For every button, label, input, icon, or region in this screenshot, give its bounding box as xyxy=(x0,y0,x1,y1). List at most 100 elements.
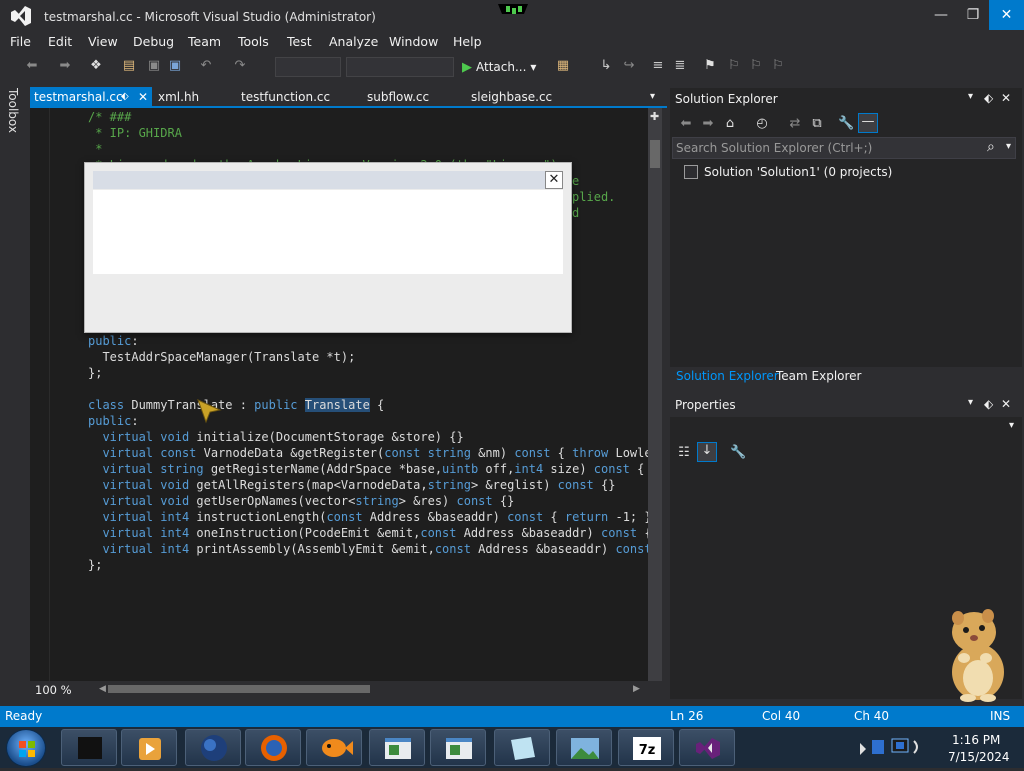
taskbar-app-visual-studio[interactable] xyxy=(679,729,735,766)
undo-icon[interactable]: ↶ xyxy=(198,58,214,74)
menu-analyze[interactable]: Analyze xyxy=(329,34,378,49)
taskbar-app-goldfish[interactable] xyxy=(306,729,362,766)
pin-panel-icon[interactable]: ⬖ xyxy=(984,397,993,411)
code-line[interactable]: virtual void initialize(DocumentStorage … xyxy=(88,429,650,445)
save-icon[interactable]: ▣ xyxy=(146,58,162,74)
close-panel-icon[interactable]: ✕ xyxy=(1001,397,1011,411)
search-options-icon[interactable]: ▾ xyxy=(1006,141,1011,152)
tab-testmarshal-cc[interactable]: testmarshal.cc ⬖ ✕ xyxy=(30,87,152,107)
solution-configuration-select[interactable] xyxy=(275,57,341,77)
menu-test[interactable]: Test xyxy=(287,34,312,49)
categorized-icon[interactable]: ☷ xyxy=(676,445,692,461)
panel-dropdown-icon[interactable]: ▾ xyxy=(968,91,973,102)
step-into-icon[interactable]: ↳ xyxy=(598,58,614,74)
taskbar-app-image-viewer[interactable] xyxy=(556,729,612,766)
menu-team[interactable]: Team xyxy=(188,34,221,49)
tab-team-explorer[interactable]: Team Explorer xyxy=(776,369,862,383)
property-pages-wrench-icon[interactable]: 🔧 xyxy=(730,445,746,461)
taskbar-app-firefox[interactable] xyxy=(245,729,301,766)
step-over-icon[interactable]: ↪ xyxy=(621,58,637,74)
properties-wrench-icon[interactable]: 🔧 xyxy=(838,116,854,132)
comment-lines-icon[interactable]: ≡ xyxy=(650,58,666,74)
pin-panel-icon[interactable]: ⬖ xyxy=(984,91,993,105)
navigate-forward-icon[interactable]: ➡ xyxy=(57,58,73,74)
close-window-button[interactable]: ✕ xyxy=(989,0,1024,30)
tab-subflow-cc[interactable]: subflow.cc xyxy=(367,87,429,107)
solution-root-item[interactable]: Solution 'Solution1' (0 projects) xyxy=(684,163,1020,181)
zoom-level[interactable]: 100 % xyxy=(35,683,72,697)
menu-help[interactable]: Help xyxy=(453,34,482,49)
code-line[interactable]: virtual const VarnodeData &getRegister(c… xyxy=(88,445,650,461)
previous-bookmark-icon[interactable]: ⚐ xyxy=(726,58,742,74)
vertical-scroll-thumb[interactable] xyxy=(650,140,660,168)
code-line[interactable]: * xyxy=(88,141,650,157)
taskbar-app-globe[interactable] xyxy=(185,729,241,766)
close-tab-icon[interactable]: ✕ xyxy=(138,87,148,107)
taskbar-app-notes[interactable] xyxy=(494,729,550,766)
search-icon[interactable]: ⌕ xyxy=(987,139,995,155)
tab-sleighbase-cc[interactable]: sleighbase.cc xyxy=(471,87,552,107)
taskbar-app-terminal[interactable] xyxy=(61,729,117,766)
toolbox-tab[interactable]: Toolbox xyxy=(6,88,20,133)
taskbar-app-7zip[interactable]: 7z xyxy=(618,729,674,766)
open-file-icon[interactable]: ▤ xyxy=(121,58,137,74)
code-line[interactable]: virtual void getAllRegisters(map<Varnode… xyxy=(88,477,650,493)
redo-icon[interactable]: ↷ xyxy=(232,58,248,74)
menu-edit[interactable]: Edit xyxy=(48,34,72,49)
taskbar-app-media-player[interactable] xyxy=(121,729,177,766)
navigate-back-icon[interactable]: ⬅ xyxy=(24,58,40,74)
menu-file[interactable]: File xyxy=(10,34,31,49)
code-line[interactable]: virtual void getUserOpNames(vector<strin… xyxy=(88,493,650,509)
uncomment-lines-icon[interactable]: ≣ xyxy=(672,58,688,74)
menu-debug[interactable]: Debug xyxy=(133,34,174,49)
code-line[interactable]: * IP: GHIDRA xyxy=(88,125,650,141)
attach-debugger-button[interactable]: ▶ Attach... ▾ xyxy=(462,57,536,77)
taskbar-app-window-1[interactable] xyxy=(369,729,425,766)
scroll-left-icon[interactable]: ◀ xyxy=(99,684,106,694)
clock-time[interactable]: 1:16 PM xyxy=(952,733,1000,747)
pin-icon[interactable]: ⬖ xyxy=(121,87,129,107)
code-line[interactable]: virtual string getRegisterName(AddrSpace… xyxy=(88,461,650,477)
scroll-right-icon[interactable]: ▶ xyxy=(633,684,640,694)
split-window-icon[interactable]: ✚ xyxy=(650,110,659,123)
minimize-button[interactable]: — xyxy=(924,0,958,30)
code-line[interactable]: virtual int4 instructionLength(const Add… xyxy=(88,509,650,525)
code-line[interactable]: class DummyTranslate : public Translate … xyxy=(88,397,650,413)
close-panel-icon[interactable]: ✕ xyxy=(1001,91,1011,105)
vertical-scrollbar[interactable] xyxy=(648,108,662,681)
code-line[interactable]: }; xyxy=(88,557,650,573)
panel-dropdown-icon[interactable]: ▾ xyxy=(968,397,973,408)
notification-flag-icon[interactable] xyxy=(498,4,528,18)
back-icon[interactable]: ⬅ xyxy=(678,116,694,132)
tab-solution-explorer[interactable]: Solution Explorer xyxy=(676,369,779,383)
collapse-all-icon[interactable]: ⧉ xyxy=(809,116,825,132)
code-line[interactable]: public: xyxy=(88,413,650,429)
properties-object-select[interactable]: ▾ xyxy=(672,418,1018,436)
tab-testfunction-cc[interactable]: testfunction.cc xyxy=(241,87,330,107)
solution-platform-select[interactable] xyxy=(346,57,454,77)
code-line[interactable]: virtual int4 printAssembly(AssemblyEmit … xyxy=(88,541,650,557)
horizontal-scroll-thumb[interactable] xyxy=(108,685,370,693)
tab-xml-hh[interactable]: xml.hh xyxy=(158,87,199,107)
find-in-files-icon[interactable]: ▦ xyxy=(555,58,571,74)
chevron-down-icon[interactable]: ▾ xyxy=(530,60,536,74)
pending-changes-icon[interactable]: ◴ xyxy=(754,116,770,132)
tab-list-dropdown-icon[interactable]: ▾ xyxy=(650,87,655,107)
save-all-icon[interactable]: ▣ xyxy=(167,58,183,74)
forward-icon[interactable]: ➡ xyxy=(700,116,716,132)
code-line[interactable]: /* ### xyxy=(88,109,650,125)
menu-window[interactable]: Window xyxy=(389,34,438,49)
code-line[interactable]: public: xyxy=(88,333,650,349)
code-line[interactable]: virtual int4 oneInstruction(PcodeEmit &e… xyxy=(88,525,650,541)
next-bookmark-icon[interactable]: ⚐ xyxy=(748,58,764,74)
menu-tools[interactable]: Tools xyxy=(238,34,269,49)
dialog-close-button[interactable]: ✕ xyxy=(545,171,563,189)
code-line[interactable]: TestAddrSpaceManager(Translate *t); xyxy=(88,349,650,365)
clear-bookmarks-icon[interactable]: ⚐ xyxy=(770,58,786,74)
sync-icon[interactable]: ⇄ xyxy=(787,116,803,132)
taskbar-app-window-2[interactable] xyxy=(430,729,486,766)
preview-selected-icon[interactable]: — xyxy=(858,113,878,133)
tray-icons[interactable] xyxy=(858,727,928,768)
maximize-button[interactable]: ❐ xyxy=(956,0,990,30)
home-icon[interactable]: ⌂ xyxy=(722,116,738,132)
